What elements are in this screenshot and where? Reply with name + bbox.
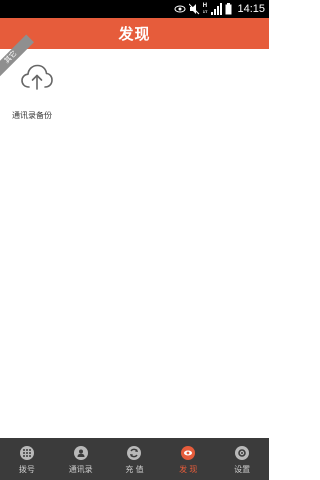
dialpad-icon	[19, 446, 34, 460]
battery-icon	[225, 3, 232, 15]
network-type: H 1T	[203, 3, 208, 15]
app-screen: H 1T 14:15 发现 其它 通讯录备份 拨号 通讯录 充 值 发 现 设置	[0, 0, 269, 480]
nav-label-discover: 发 现	[179, 465, 198, 474]
nav-label-recharge: 充 值	[125, 465, 144, 474]
main-content: 其它 通讯录备份	[0, 34, 269, 438]
nav-label-contacts: 通讯录	[68, 465, 93, 474]
contacts-backup-item[interactable]: 通讯录备份	[6, 61, 64, 125]
nav-item-dialpad[interactable]: 拨号	[0, 438, 54, 480]
nav-item-discover[interactable]: 发 现	[161, 438, 215, 480]
page-title: 发现	[118, 26, 151, 43]
nav-item-settings[interactable]: 设置	[215, 438, 269, 480]
signal-icon	[211, 3, 223, 15]
network-sub: 1T	[202, 9, 208, 14]
nav-item-contacts[interactable]: 通讯录	[54, 438, 108, 480]
status-icons: H 1T 14:15	[174, 0, 265, 18]
contact-icon	[73, 446, 88, 460]
nav-label-settings: 设置	[234, 465, 251, 474]
eye-icon	[174, 5, 186, 13]
nav-item-recharge[interactable]: 充 值	[108, 438, 162, 480]
contacts-backup-label: 通讯录备份	[12, 111, 52, 120]
status-bar: H 1T 14:15	[0, 0, 269, 18]
discover-eye-icon	[181, 446, 196, 460]
app-header: 发现	[0, 18, 269, 49]
cloud-upload-icon	[20, 63, 54, 91]
nav-label-dialpad: 拨号	[18, 465, 35, 474]
status-time: 14:15	[237, 3, 265, 15]
settings-icon	[235, 446, 250, 460]
recharge-icon	[127, 446, 142, 460]
mute-icon	[188, 3, 200, 15]
bottom-nav: 拨号 通讯录 充 值 发 现 设置	[0, 438, 269, 480]
